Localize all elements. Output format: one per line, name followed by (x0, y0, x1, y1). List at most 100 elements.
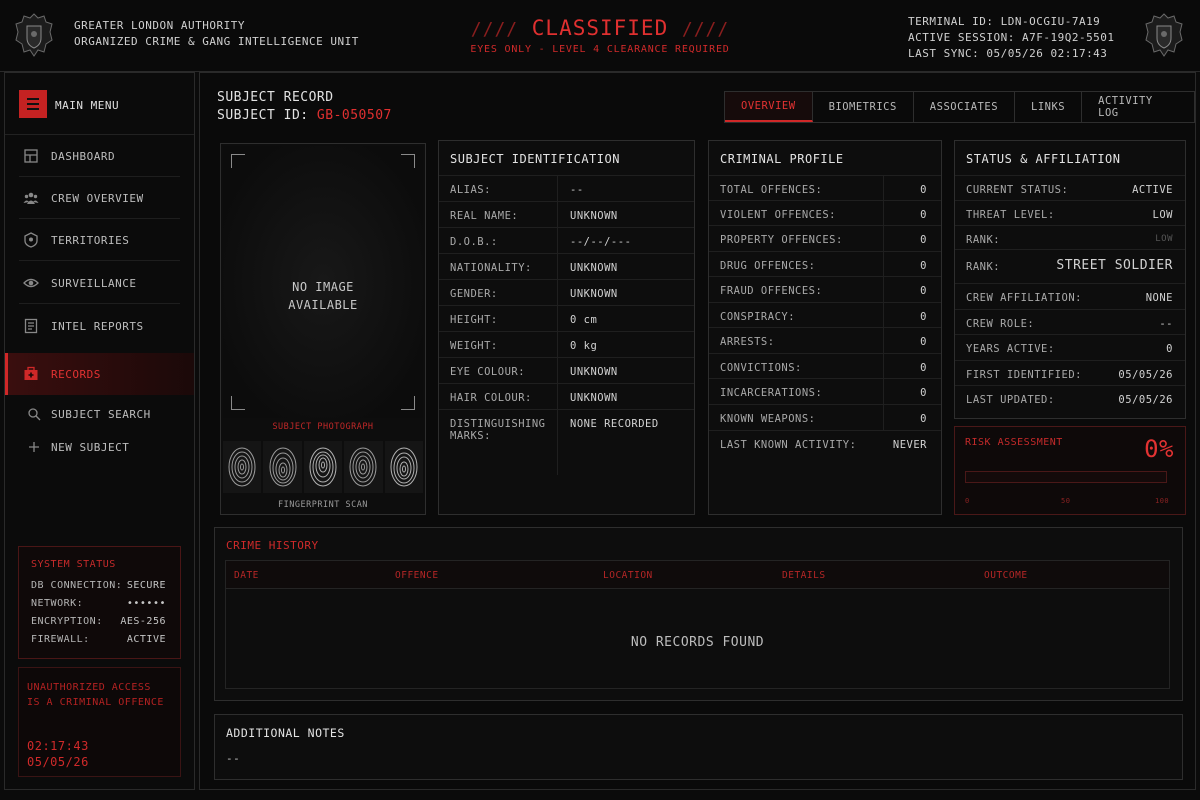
notes-value[interactable]: -- (226, 752, 240, 765)
field-label: HAIR COLOUR: (450, 392, 532, 404)
status-row: CURRENT STATUS: ACTIVE (955, 175, 1185, 201)
field-label-line-2: MARKS: (450, 430, 491, 442)
risk-tick: 100 (1155, 497, 1170, 505)
field-label: THREAT LEVEL: (966, 209, 1055, 221)
subject-id-label: SUBJECT ID: (217, 108, 309, 123)
subject-id-line: SUBJECT ID: GB-050507 (217, 107, 392, 125)
sidebar-item-dashboard[interactable]: DASHBOARD (5, 135, 194, 177)
hamburger-menu-icon[interactable] (19, 90, 47, 118)
table-header: DATE OFFENCE LOCATION DETAILS OUTCOME (226, 561, 1169, 589)
criminal-profile-panel: CRIMINAL PROFILE TOTAL OFFENCES: 0 VIOLEN… (708, 140, 942, 515)
status-key: NETWORK: (31, 598, 84, 609)
field-label: HEIGHT: (450, 314, 498, 326)
tab-biometrics[interactable]: BIOMETRICS (813, 92, 914, 122)
terminal-id: TERMINAL ID: LDN-OCGIU-7A19 (908, 15, 1101, 28)
profile-row: INCARCERATIONS: 0 (709, 378, 941, 404)
field-value: 05/05/26 (1118, 369, 1173, 381)
sidebar-item-label: RECORDS (51, 368, 101, 381)
status-key: FIREWALL: (31, 634, 90, 645)
id-row: EYE COLOUR: UNKNOWN (439, 357, 694, 383)
panel-title: CRIMINAL PROFILE (720, 152, 844, 166)
main-menu-header[interactable]: MAIN MENU (5, 73, 194, 135)
field-value: 0 (1166, 343, 1173, 355)
sidebar-item-records[interactable]: RECORDS (5, 353, 194, 395)
column-header-details[interactable]: DETAILS (782, 570, 826, 581)
tab-links[interactable]: LINKS (1015, 92, 1083, 122)
empty-state-text: NO RECORDS FOUND (630, 635, 765, 650)
id-row: REAL NAME: UNKNOWN (439, 201, 694, 227)
sidebar-item-intel-reports[interactable]: INTEL REPORTS (5, 305, 194, 347)
profile-row: CONVICTIONS: 0 (709, 353, 941, 379)
threat-level-value: LOW (1152, 209, 1173, 221)
field-label: FRAUD OFFENCES: (720, 285, 823, 297)
record-tabs: OVERVIEW BIOMETRICS ASSOCIATES LINKS ACT… (724, 91, 1195, 123)
status-row: LAST UPDATED: 05/05/26 (955, 385, 1185, 411)
field-label: KNOWN WEAPONS: (720, 413, 816, 425)
field-value: UNKNOWN (570, 366, 618, 378)
clock-time: 02:17:43 (27, 739, 89, 753)
fingerprint-label: FINGERPRINT SCAN (278, 500, 368, 510)
field-value: 05/05/26 (1118, 394, 1173, 406)
column-header-location[interactable]: LOCATION (603, 570, 653, 581)
risk-tick: 50 (1061, 497, 1071, 505)
sidebar-item-surveillance[interactable]: SURVEILLANCE (5, 262, 194, 304)
sidebar-item-territories[interactable]: TERRITORIES (5, 219, 194, 261)
sidebar-subitem-new-subject[interactable]: NEW SUBJECT (5, 435, 194, 459)
risk-progress-bar (965, 471, 1167, 483)
column-header-offence[interactable]: OFFENCE (395, 570, 439, 581)
field-label: GENDER: (450, 288, 498, 300)
risk-value: 0% (1144, 435, 1174, 463)
field-label-line-1: DISTINGUISHING (450, 418, 546, 430)
records-icon (24, 366, 38, 380)
sidebar-subitem-label: SUBJECT SEARCH (51, 408, 151, 421)
search-icon (28, 408, 41, 421)
status-affiliation-panel: STATUS & AFFILIATION CURRENT STATUS: ACTI… (954, 140, 1186, 419)
rank-value-faded: LOW (1155, 234, 1173, 244)
tab-overview[interactable]: OVERVIEW (725, 92, 813, 122)
field-label: EYE COLOUR: (450, 366, 526, 378)
frame-corner (401, 396, 415, 410)
system-status-title: SYSTEM STATUS (31, 559, 116, 570)
photo-label: SUBJECT PHOTOGRAPH (272, 422, 374, 432)
last-sync: LAST SYNC: 05/05/26 02:17:43 (908, 47, 1108, 60)
id-row: GENDER: UNKNOWN (439, 279, 694, 305)
field-label: REAL NAME: (450, 210, 519, 222)
field-value: 0 (920, 285, 927, 297)
field-label: D.O.B.: (450, 236, 498, 248)
field-value: 0 (920, 336, 927, 348)
subject-identification-panel: SUBJECT IDENTIFICATION ALIAS: -- REAL NAM… (438, 140, 695, 515)
field-value: 0 (920, 362, 927, 374)
frame-corner (231, 154, 245, 168)
fingerprint-row (223, 441, 424, 493)
tab-activity-log[interactable]: ACTIVITY LOG (1082, 92, 1194, 122)
field-label: DISTINGUISHING MARKS: (450, 418, 546, 442)
clock: 02:17:43 05/05/26 (27, 738, 89, 770)
status-value: SECURE (126, 580, 166, 591)
no-image-line-1: NO IMAGE (292, 280, 354, 294)
tab-associates[interactable]: ASSOCIATES (914, 92, 1016, 122)
column-header-outcome[interactable]: OUTCOME (984, 570, 1028, 581)
notes-title: ADDITIONAL NOTES (226, 726, 345, 740)
sidebar-item-crew-overview[interactable]: CREW OVERVIEW (5, 177, 194, 219)
eye-icon (23, 278, 39, 288)
status-row: FIRST IDENTIFIED: 05/05/26 (955, 360, 1185, 386)
panel-title: STATUS & AFFILIATION (966, 152, 1121, 166)
field-value: 0 (920, 311, 927, 323)
frame-corner (231, 396, 245, 410)
profile-row: DRUG OFFENCES: 0 (709, 251, 941, 277)
crime-history-table: DATE OFFENCE LOCATION DETAILS OUTCOME NO… (225, 560, 1170, 689)
field-value: NONE (1145, 292, 1173, 304)
fingerprint-icon (303, 441, 343, 493)
profile-row: KNOWN WEAPONS: 0 (709, 404, 941, 430)
id-row: WEIGHT: 0 kg (439, 331, 694, 357)
status-key: DB CONNECTION: (31, 580, 123, 591)
column-header-date[interactable]: DATE (234, 570, 259, 581)
system-status-panel: SYSTEM STATUS DB CONNECTION: SECURE NETW… (18, 546, 181, 659)
sidebar-subitem-subject-search[interactable]: SUBJECT SEARCH (5, 402, 194, 426)
sidebar-item-label: TERRITORIES (51, 234, 130, 247)
status-row: RANK: STREET SOLDIER (955, 249, 1185, 283)
territories-icon (24, 232, 38, 248)
dashboard-icon (24, 149, 38, 163)
field-label: CREW AFFILIATION: (966, 292, 1082, 304)
slashes-right: //// (681, 19, 730, 40)
